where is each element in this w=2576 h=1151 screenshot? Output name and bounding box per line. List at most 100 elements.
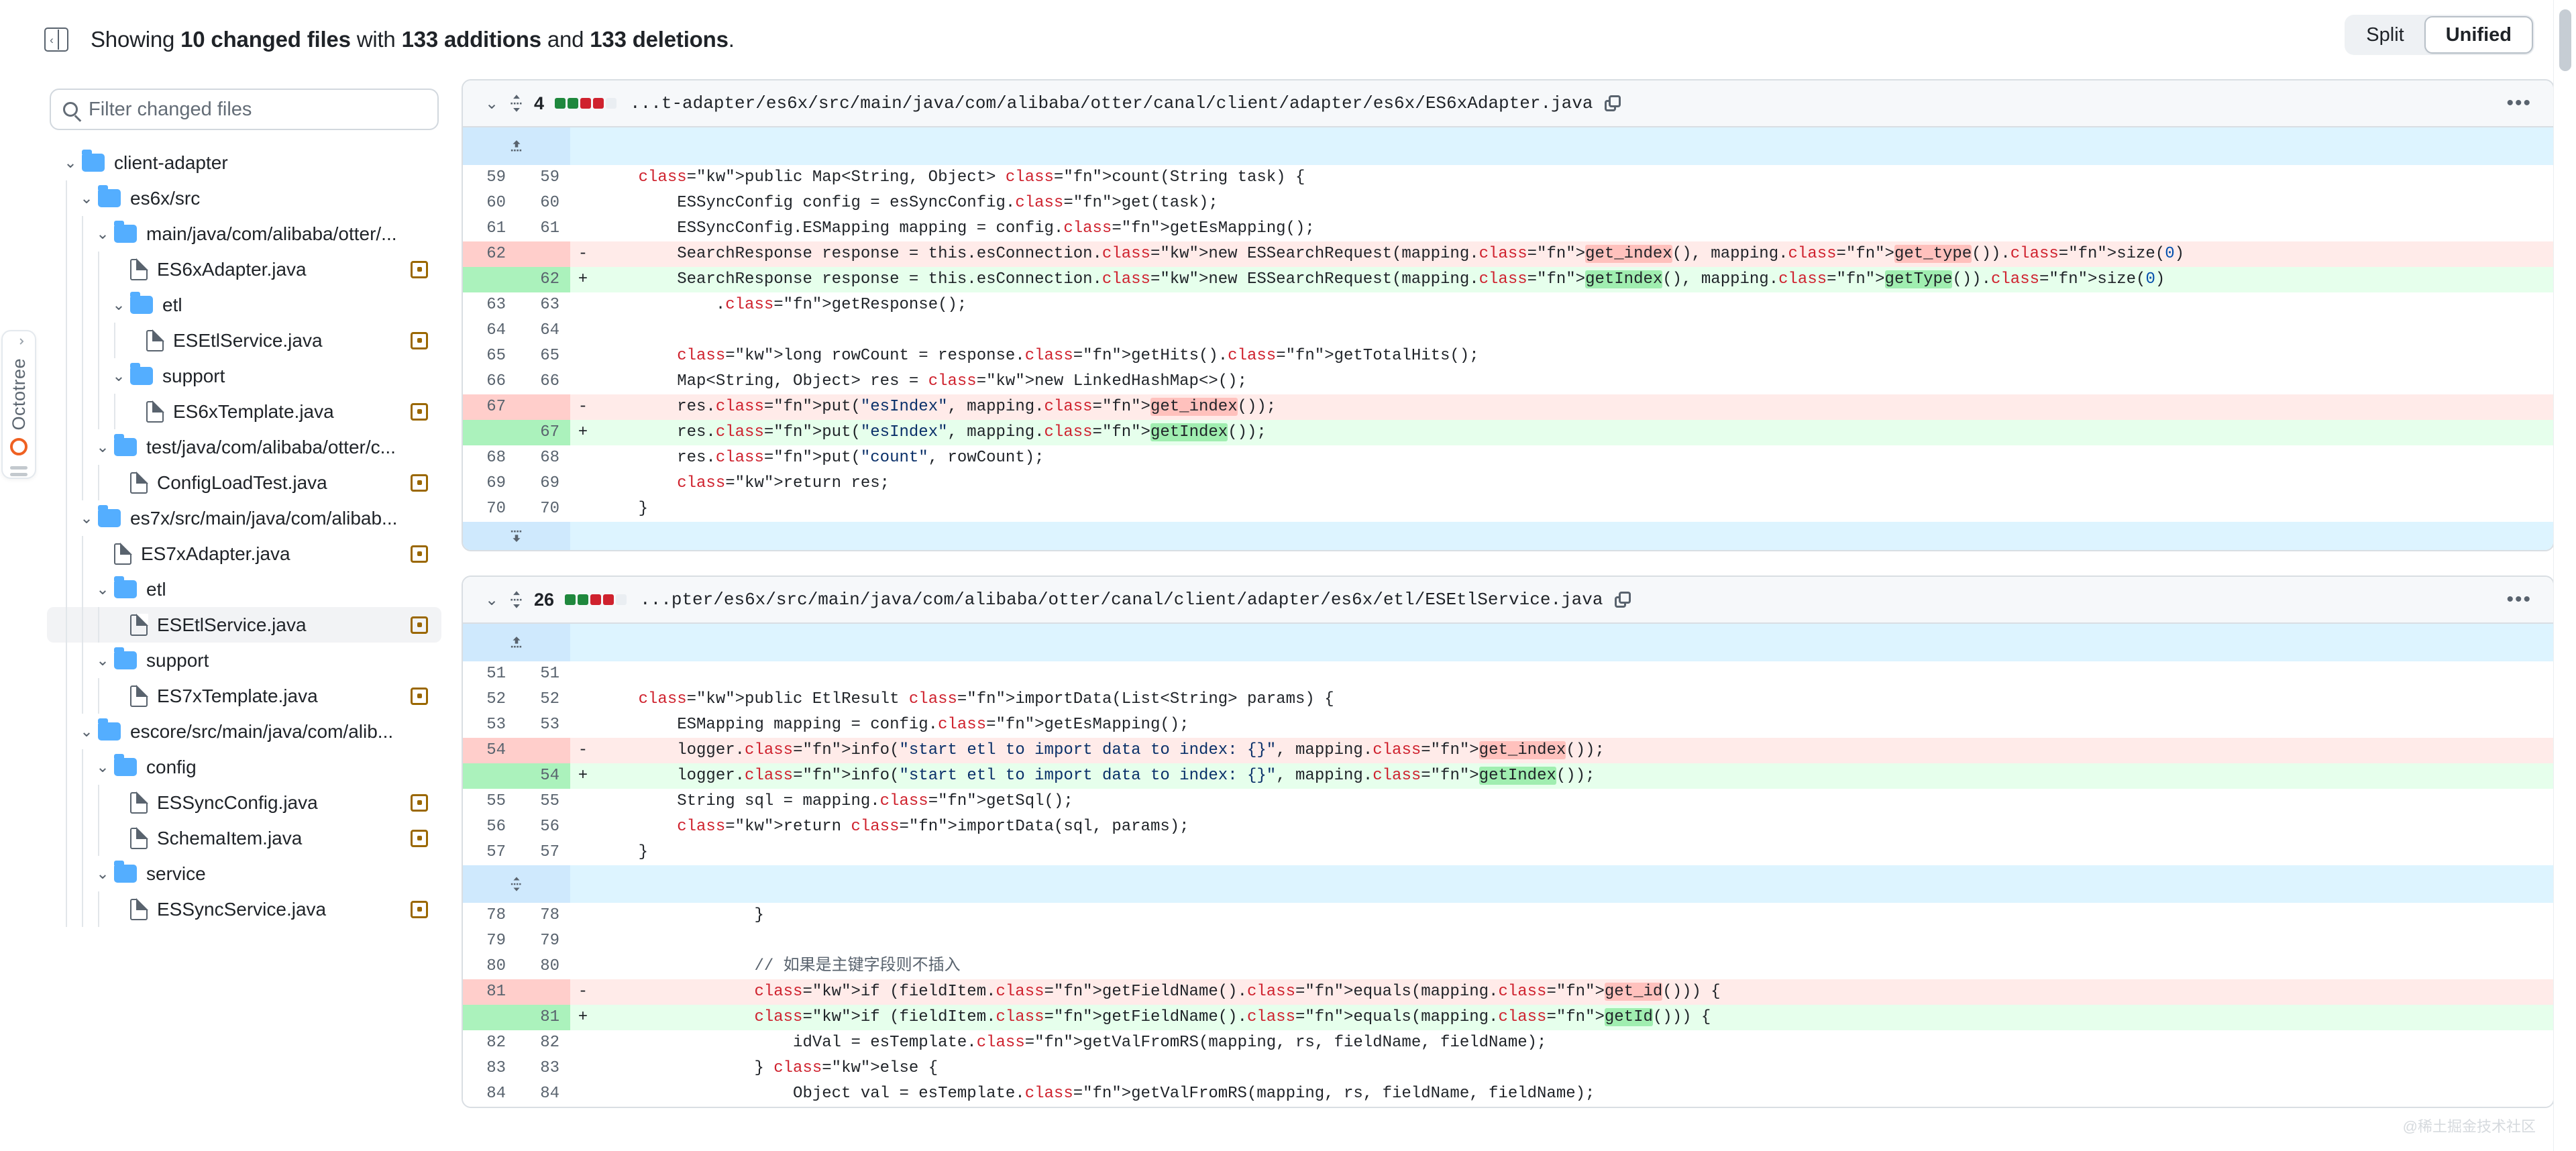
tree-folder-row[interactable]: ⌄ etl — [47, 287, 441, 323]
diff-line-context[interactable]: 70 70 } — [463, 496, 2553, 522]
tree-file-row[interactable]: ES6xAdapter.java — [47, 252, 441, 287]
tree-folder-row[interactable]: ⌄ etl — [47, 571, 441, 607]
diff-line-code: class="kw">long rowCount = response.clas… — [677, 347, 1479, 365]
line-number-old: 83 — [486, 1059, 506, 1077]
diff-line-context[interactable]: 53 53 ESMapping mapping = config.class="f… — [463, 712, 2553, 738]
diff-marker: + — [578, 423, 588, 441]
chevron-down-icon[interactable]: ⌄ — [91, 439, 114, 455]
diff-line-context[interactable]: 79 79 — [463, 928, 2553, 954]
expand-up-icon[interactable] — [463, 127, 570, 165]
tree-file-row[interactable]: ES7xTemplate.java — [47, 678, 441, 714]
diff-line-context[interactable]: 61 61 ESSyncConfig.ESMapping mapping = co… — [463, 216, 2553, 241]
chevron-down-icon[interactable]: ⌄ — [91, 582, 114, 597]
file-options-menu-button[interactable]: ••• — [2502, 92, 2536, 115]
tab-unified-view[interactable]: Unified — [2424, 16, 2533, 54]
diff-line-context[interactable]: 56 56 class="kw">return class="fn">import… — [463, 814, 2553, 840]
expand-all-icon[interactable] — [503, 93, 530, 113]
chevron-down-icon[interactable]: ⌄ — [91, 759, 114, 775]
tree-indent — [47, 394, 123, 429]
diff-line-context[interactable]: 59 59 class="kw">public Map<String, Objec… — [463, 165, 2553, 190]
diff-line-context[interactable]: 83 83 } class="kw">else { — [463, 1056, 2553, 1081]
diff-line-context[interactable]: 52 52 class="kw">public EtlResult class="… — [463, 687, 2553, 712]
expand-updown-icon[interactable] — [463, 865, 570, 903]
chevron-down-icon[interactable]: ⌄ — [91, 226, 114, 241]
diff-line-context[interactable]: 84 84 Object val = esTemplate.class="fn">… — [463, 1081, 2553, 1107]
copy-path-icon[interactable] — [1615, 592, 1631, 608]
tree-item-label: main/java/com/alibaba/otter/... — [146, 223, 397, 244]
tree-folder-row[interactable]: ⌄ main/java/com/alibaba/otter/... — [47, 216, 441, 252]
tree-file-row[interactable]: SchemaItem.java — [47, 820, 441, 856]
diff-line-context[interactable]: 80 80 // 如果是主键字段则不插入 — [463, 954, 2553, 979]
tree-folder-row[interactable]: ⌄ service — [47, 856, 441, 891]
copy-path-icon[interactable] — [1605, 95, 1621, 111]
diff-line-added[interactable]: 54 + logger.class="fn">info("start etl to… — [463, 763, 2553, 789]
expand-up-icon[interactable] — [463, 624, 570, 661]
chevron-down-icon[interactable]: ⌄ — [91, 653, 114, 668]
diff-line-context[interactable]: 60 60 ESSyncConfig config = esSyncConfig.… — [463, 190, 2553, 216]
tree-folder-row[interactable]: ⌄ es7x/src/main/java/com/alibab... — [47, 500, 441, 536]
diff-line-context[interactable]: 55 55 String sql = mapping.class="fn">get… — [463, 789, 2553, 814]
tree-folder-row[interactable]: ⌄ client-adapter — [47, 145, 441, 180]
tree-file-row[interactable]: ES7xAdapter.java — [47, 536, 441, 571]
chevron-down-icon[interactable]: ⌄ — [480, 94, 503, 113]
chevron-down-icon[interactable]: ⌄ — [75, 510, 98, 526]
filter-files-box[interactable] — [50, 89, 439, 130]
diff-line-context[interactable]: 69 69 class="kw">return res; — [463, 471, 2553, 496]
tree-folder-row[interactable]: ⌄ test/java/com/alibaba/otter/c... — [47, 429, 441, 465]
tree-folder-row[interactable]: ⌄ escore/src/main/java/com/alib... — [47, 714, 441, 749]
tree-folder-row[interactable]: ⌄ es6x/src — [47, 180, 441, 216]
folder-icon — [130, 292, 153, 314]
diff-line-added[interactable]: 67 + res.class="fn">put("esIndex", mappin… — [463, 420, 2553, 445]
tab-split-view[interactable]: Split — [2346, 16, 2424, 54]
chevron-down-icon[interactable]: ⌄ — [75, 190, 98, 206]
tree-file-row[interactable]: ESSyncConfig.java — [47, 785, 441, 820]
expand-down-icon[interactable] — [463, 522, 570, 550]
diff-line-code: res.class="fn">put("esIndex", mapping.cl… — [600, 398, 1277, 416]
file-options-menu-button[interactable]: ••• — [2502, 588, 2536, 611]
diff-line-deleted[interactable]: 54 - logger.class="fn">info("start etl to… — [463, 738, 2553, 763]
file-status-modified-icon — [411, 474, 428, 492]
diff-line-context[interactable]: 64 64 — [463, 318, 2553, 343]
page-scrollbar[interactable] — [2553, 0, 2576, 1151]
diff-line-context[interactable]: 65 65 class="kw">long rowCount = response… — [463, 343, 2553, 369]
diff-line-deleted[interactable]: 81 - class="kw">if (fieldItem.class="fn">… — [463, 979, 2553, 1005]
diff-line-context[interactable]: 66 66 Map<String, Object> res = class="kw… — [463, 369, 2553, 394]
tree-file-row[interactable]: ESSyncService.java — [47, 891, 441, 927]
chevron-down-icon[interactable]: ⌄ — [480, 590, 503, 610]
diff-line-added[interactable]: 62 + SearchResponse response = this.esCon… — [463, 267, 2553, 292]
tree-file-row[interactable]: ConfigLoadTest.java — [47, 465, 441, 500]
diff-file-header: ⌄ 4 ...t-adapter/es6x/src/main/java/com/al… — [463, 80, 2553, 127]
diff-line-context[interactable]: 57 57 } — [463, 840, 2553, 865]
diff-line-code: class="kw">if (fieldItem.class="fn">getF… — [754, 983, 1721, 1001]
tree-file-row[interactable]: ES6xTemplate.java — [47, 394, 441, 429]
diff-line-context[interactable]: 51 51 — [463, 661, 2553, 687]
file-path[interactable]: ...t-adapter/es6x/src/main/java/com/alib… — [630, 93, 1593, 113]
tree-folder-row[interactable]: ⌄ config — [47, 749, 441, 785]
diff-line-context[interactable]: 63 63 .class="fn">getResponse(); — [463, 292, 2553, 318]
file-path[interactable]: ...pter/es6x/src/main/java/com/alibaba/o… — [640, 590, 1603, 610]
diff-line-code: res.class="fn">put("count", rowCount); — [600, 449, 1044, 467]
diff-line-deleted[interactable]: 67 - res.class="fn">put("esIndex", mappin… — [463, 394, 2553, 420]
chevron-down-icon[interactable]: ⌄ — [75, 724, 98, 739]
tree-file-row[interactable]: ESEtlService.java — [47, 607, 441, 643]
diff-line-context[interactable]: 68 68 res.class="fn">put("count", rowCoun… — [463, 445, 2553, 471]
tree-indent — [47, 571, 91, 607]
line-number-old — [463, 420, 517, 445]
scrollbar-thumb[interactable] — [2559, 9, 2571, 71]
diff-line-context[interactable]: 82 82 idVal = esTemplate.class="fn">getVa… — [463, 1030, 2553, 1056]
octotree-panel-tab[interactable]: ⌄ Octotree — [1, 330, 36, 479]
chevron-down-icon[interactable]: ⌄ — [91, 866, 114, 881]
diff-line-context[interactable]: 78 78 } — [463, 903, 2553, 928]
tree-folder-row[interactable]: ⌄ support — [47, 643, 441, 678]
chevron-down-icon[interactable]: ⌄ — [107, 297, 130, 313]
tree-folder-row[interactable]: ⌄ support — [47, 358, 441, 394]
chevron-down-icon[interactable]: ⌄ — [107, 368, 130, 384]
diff-line-deleted[interactable]: 62 - SearchResponse response = this.esCon… — [463, 241, 2553, 267]
line-number-old: 57 — [486, 843, 506, 861]
sidebar-collapse-icon[interactable]: ‹ — [44, 28, 68, 52]
expand-all-icon[interactable] — [503, 590, 530, 610]
diff-line-added[interactable]: 81 + class="kw">if (fieldItem.class="fn">… — [463, 1005, 2553, 1030]
chevron-down-icon[interactable]: ⌄ — [59, 155, 82, 170]
tree-file-row[interactable]: ESEtlService.java — [47, 323, 441, 358]
search-input[interactable] — [89, 98, 425, 121]
